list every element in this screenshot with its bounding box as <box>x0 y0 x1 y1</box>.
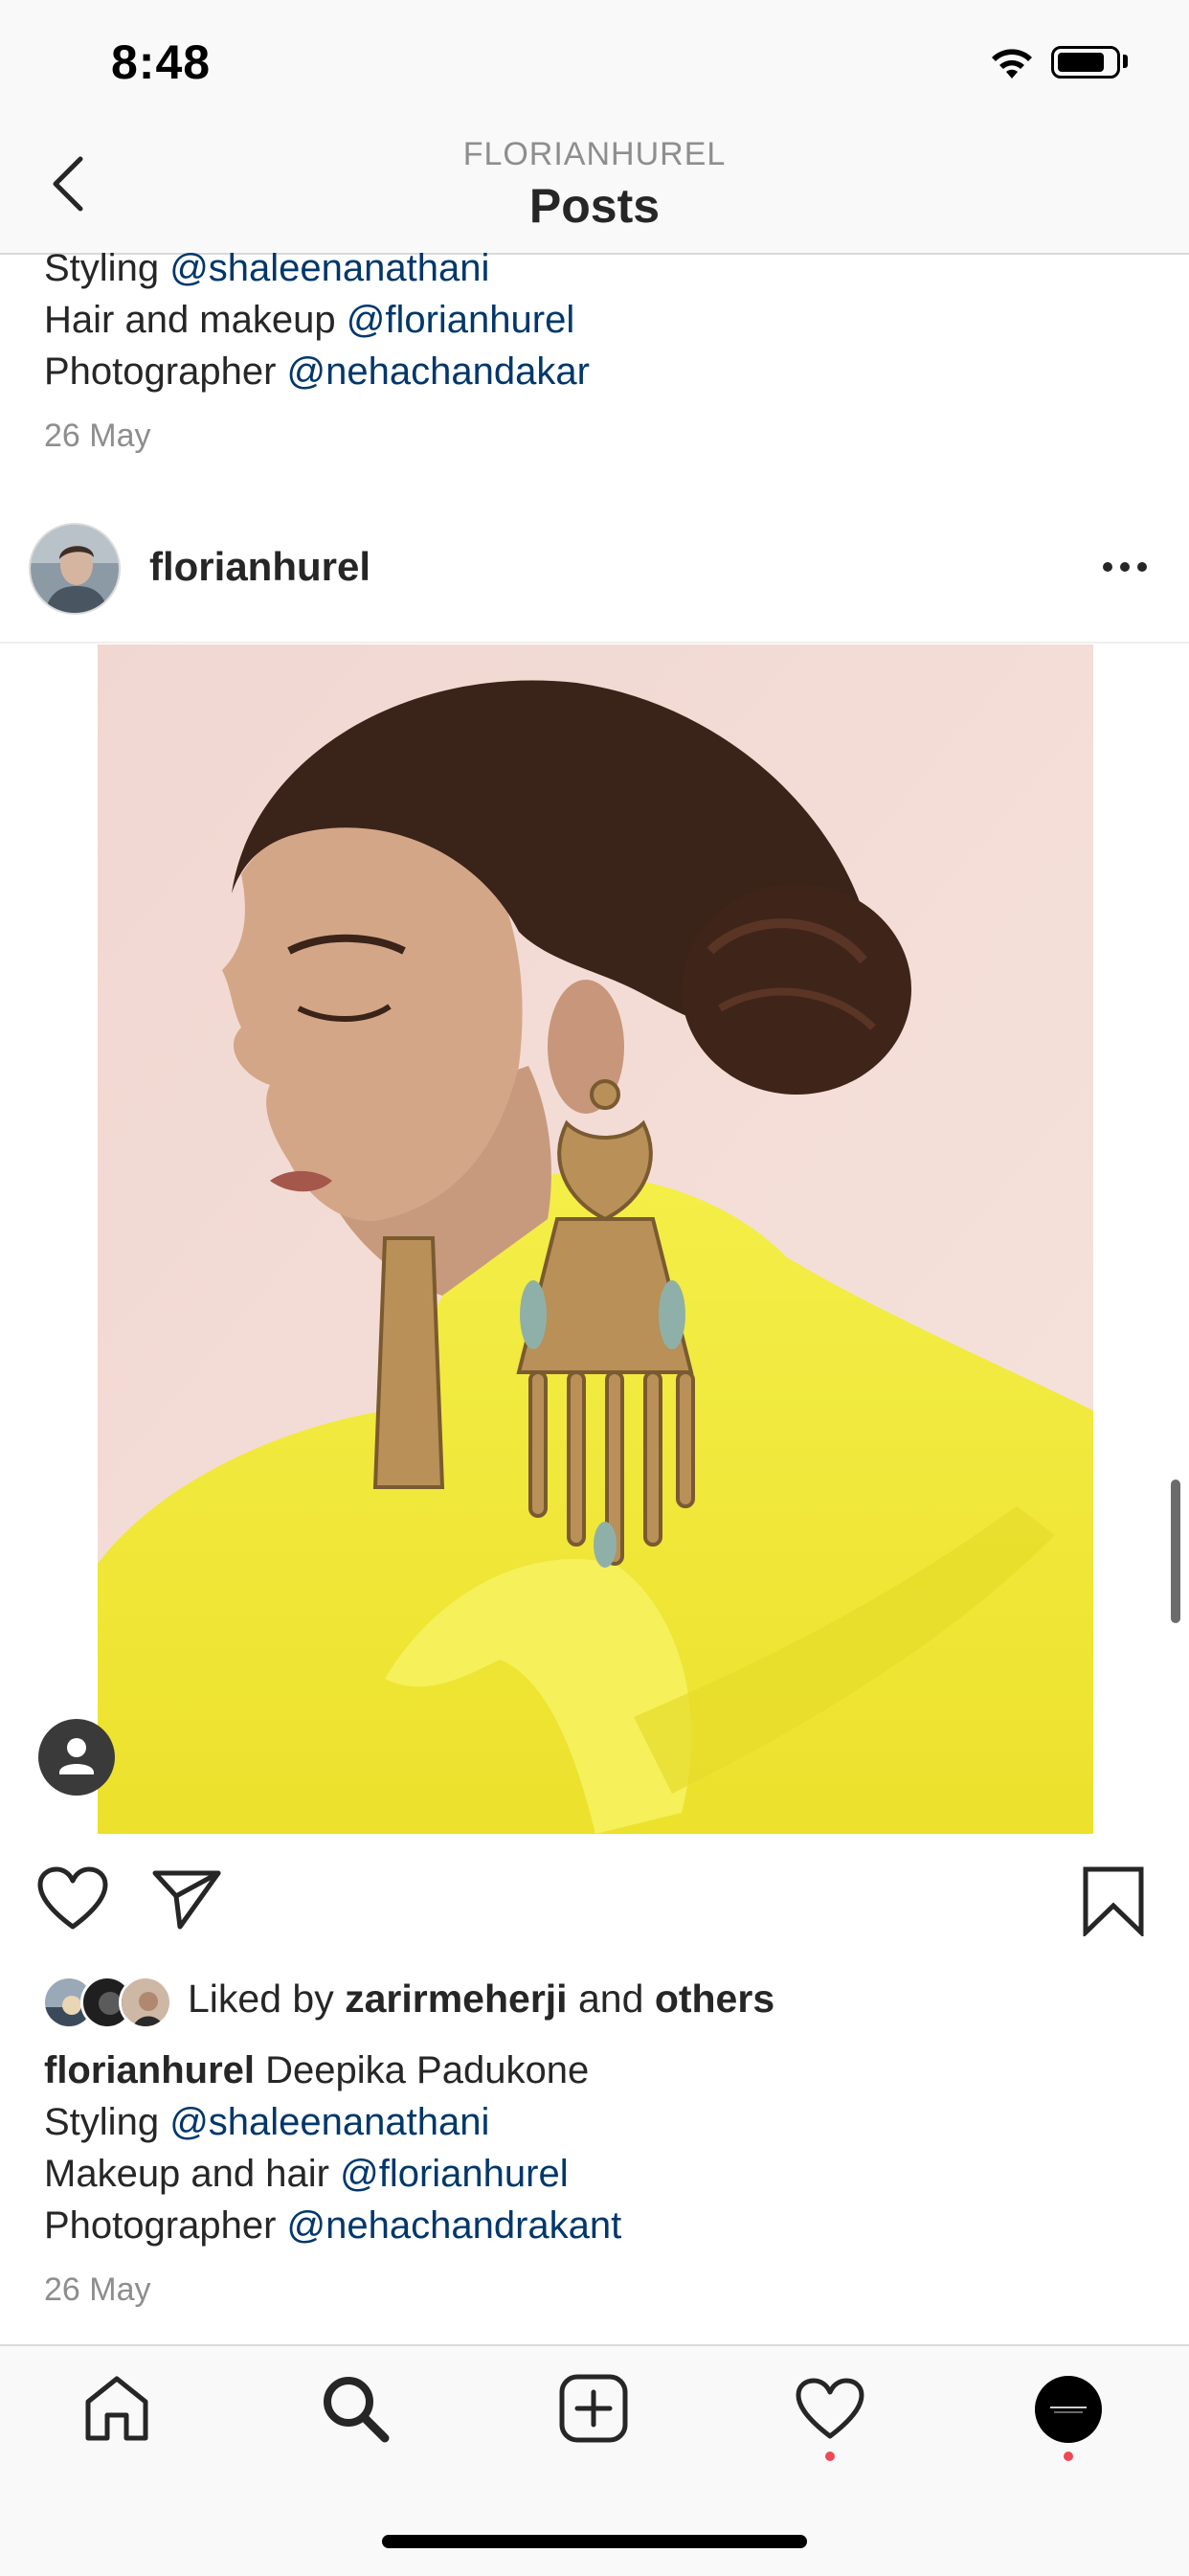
caption-line: Photographer @nehachandrakant <box>44 2204 622 2247</box>
caption-line: Makeup and hair @florianhurel <box>44 2153 569 2195</box>
scrollbar[interactable] <box>1171 1480 1180 1623</box>
post-date: 26 May <box>44 2271 151 2308</box>
activity-heart-icon[interactable] <box>795 2377 865 2440</box>
account-name: FLORIANHUREL <box>462 136 727 172</box>
author-avatar[interactable] <box>29 523 121 615</box>
liked-by-text: Liked by zarirmeherji and others <box>188 1977 775 2021</box>
post-photo[interactable] <box>98 644 1093 1834</box>
prev-caption-line: Photographer @nehachandakar <box>44 350 590 393</box>
liker-username[interactable]: zarirmeherji <box>345 1977 567 2021</box>
search-icon[interactable] <box>320 2373 391 2444</box>
likes-others-link[interactable]: others <box>655 1977 774 2021</box>
home-indicator <box>382 2535 807 2548</box>
tag-people-button[interactable] <box>38 1719 115 1796</box>
mention-link[interactable]: @nehachandrakant <box>287 2204 622 2247</box>
profile-avatar-icon[interactable] <box>1035 2376 1102 2443</box>
prev-caption-line: Styling @shaleenanathani <box>44 247 490 289</box>
person-tag-icon <box>59 1738 94 1774</box>
more-horizontal-icon[interactable] <box>1101 555 1149 578</box>
mention-link[interactable]: @shaleenanathani <box>169 2101 489 2143</box>
caption-line: florianhurel Deepika Padukone <box>44 2049 590 2091</box>
avatar <box>119 1976 172 2029</box>
status-time: 8:48 <box>111 35 212 89</box>
heart-icon[interactable] <box>36 1865 109 1931</box>
mention-link[interactable]: @florianhurel <box>340 2153 569 2195</box>
caption-username[interactable]: florianhurel <box>44 2049 255 2091</box>
caption-line: Styling @shaleenanathani <box>44 2101 490 2143</box>
paper-plane-icon[interactable] <box>151 1867 222 1931</box>
add-post-icon[interactable] <box>558 2373 629 2444</box>
post-divider <box>0 642 1189 644</box>
battery-icon <box>1051 46 1120 79</box>
prev-caption-line: Hair and makeup @florianhurel <box>44 299 575 341</box>
mention-link[interactable]: @florianhurel <box>347 299 575 341</box>
home-icon[interactable] <box>82 2373 151 2442</box>
wifi-icon <box>992 49 1032 79</box>
page-title: Posts <box>528 179 661 233</box>
bookmark-icon[interactable] <box>1082 1865 1145 1936</box>
post-username[interactable]: florianhurel <box>149 544 370 590</box>
prev-post-date: 26 May <box>44 418 151 454</box>
mention-link[interactable]: @shaleenanathani <box>169 247 489 289</box>
mention-link[interactable]: @nehachandakar <box>287 350 590 393</box>
profile-notification-dot <box>1064 2452 1073 2461</box>
activity-notification-dot <box>825 2452 835 2461</box>
